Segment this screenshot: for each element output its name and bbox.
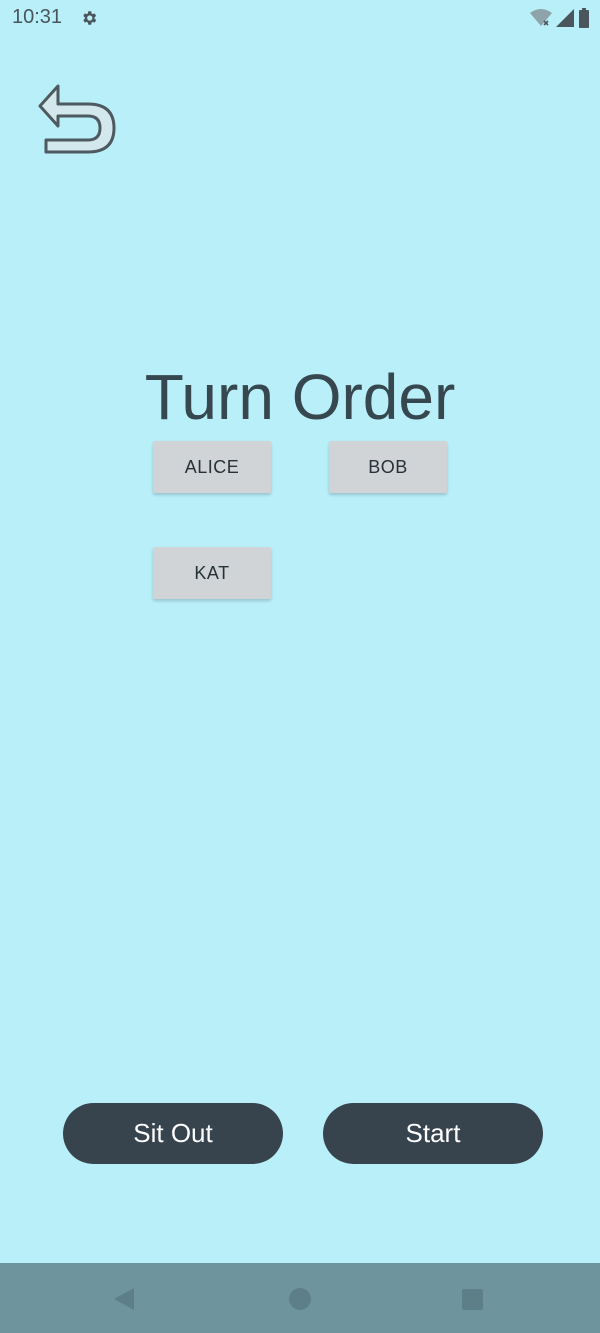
undo-arrow-icon[interactable] (36, 82, 120, 156)
player-button-bob[interactable]: BOB (329, 441, 447, 493)
battery-icon (579, 8, 589, 28)
navigation-bar (0, 1263, 600, 1333)
wifi-icon (530, 9, 552, 26)
status-time: 10:31 (12, 6, 63, 28)
status-bar: 10:31 (0, 0, 600, 36)
signal-icon (556, 9, 574, 27)
status-icons (530, 8, 590, 28)
settings-icon (83, 11, 97, 25)
page-title: Turn Order (144, 361, 456, 433)
start-button[interactable]: Start (323, 1103, 543, 1164)
nav-recents-icon[interactable] (462, 1289, 483, 1310)
nav-home-icon[interactable] (289, 1288, 311, 1310)
player-button-kat[interactable]: KAT (153, 547, 271, 599)
nav-back-icon[interactable] (114, 1288, 134, 1310)
player-button-alice[interactable]: ALICE (153, 441, 271, 493)
sit-out-button[interactable]: Sit Out (63, 1103, 283, 1164)
